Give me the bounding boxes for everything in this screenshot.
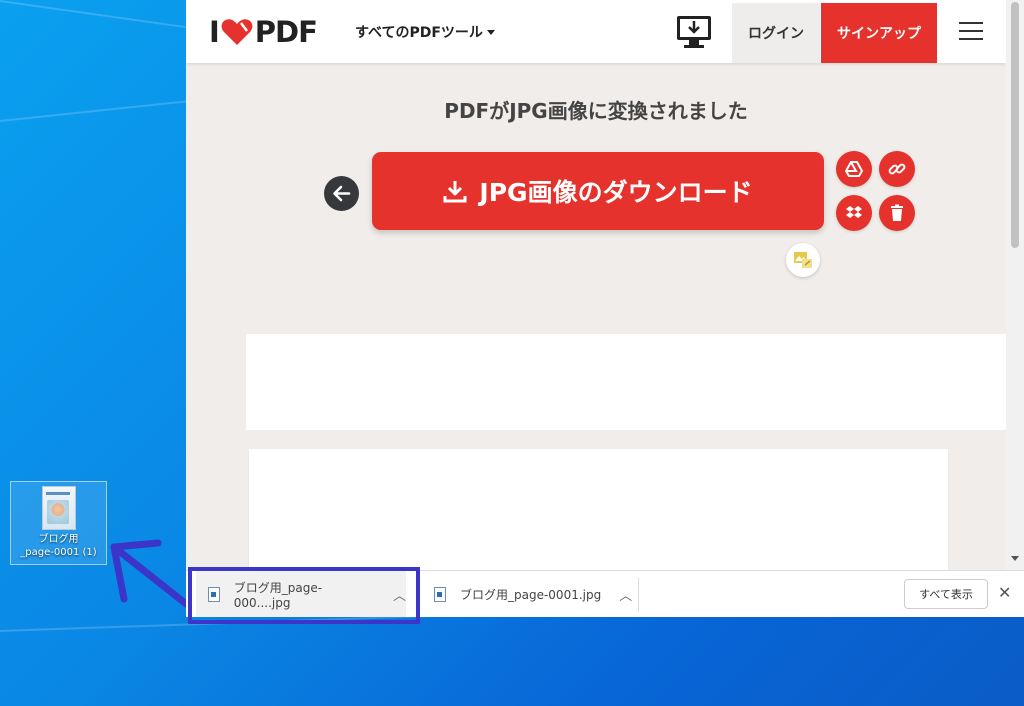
desktop-file-icon[interactable]: ブログ用 _page-0001 (1): [10, 481, 107, 565]
logo-text-right: PDF: [254, 15, 318, 49]
desktop-file-label-line1: ブログ用: [38, 534, 79, 545]
browser-window: I PDF すべてのPDFツール ログイン サインアップ PDFがJPG画像に変…: [186, 0, 1024, 617]
copy-link-button[interactable]: [879, 151, 915, 187]
desktop-light-ray: [0, 0, 189, 29]
dropbox-button[interactable]: [836, 195, 872, 231]
vertical-scrollbar[interactable]: [1006, 0, 1024, 570]
image-preview-icon: [794, 252, 812, 268]
close-icon[interactable]: ✕: [998, 583, 1011, 602]
desktop-download-icon[interactable]: [674, 13, 714, 51]
preview-toggle-button[interactable]: [786, 243, 820, 277]
hamburger-icon[interactable]: [959, 22, 983, 42]
download-item-filename: ブログ用_page-0001.jpg: [460, 588, 602, 602]
tools-menu-label: すべてのPDFツール: [355, 25, 483, 41]
thumbnail-band: [46, 492, 70, 495]
file-icon: [434, 587, 446, 602]
preview-panel-top: [246, 334, 1014, 430]
trash-icon: [891, 204, 903, 221]
download-jpg-button[interactable]: JPG画像のダウンロード: [372, 152, 824, 230]
delete-button[interactable]: [879, 195, 915, 231]
download-icon: [443, 181, 467, 203]
google-drive-icon: [845, 161, 863, 177]
signup-button[interactable]: サインアップ: [821, 3, 937, 63]
scrollbar-thumb[interactable]: [1011, 2, 1019, 248]
desktop-file-label: ブログ用 _page-0001 (1): [11, 533, 106, 559]
annotation-highlight-box: [188, 567, 420, 624]
logo-text-left: I: [209, 15, 220, 49]
link-icon: [888, 163, 906, 175]
shelf-divider: [638, 578, 639, 612]
desktop-light-ray: [0, 100, 190, 122]
download-item[interactable]: ブログ用_page-0001.jpg ︿: [434, 571, 634, 617]
login-button[interactable]: ログイン: [732, 3, 820, 63]
login-label: ログイン: [748, 26, 804, 42]
show-all-downloads-button[interactable]: すべて表示: [904, 579, 988, 609]
show-all-label: すべて表示: [919, 588, 973, 601]
heart-icon: [221, 19, 253, 45]
back-arrow-icon: [333, 185, 351, 202]
scroll-down-arrow-icon[interactable]: [1011, 556, 1019, 561]
download-button-label: JPG画像のダウンロード: [479, 178, 753, 207]
annotation-arrow-icon: [110, 539, 194, 611]
jpg-thumbnail-icon: [42, 486, 76, 530]
desktop-file-label-line2: _page-0001 (1): [20, 547, 97, 558]
dropbox-icon: [846, 206, 862, 218]
dropdown-caret-icon: [486, 29, 495, 35]
all-pdf-tools-menu[interactable]: すべてのPDFツール: [355, 22, 495, 42]
signup-label: サインアップ: [837, 26, 921, 42]
thumbnail-picture: [47, 500, 69, 524]
back-button[interactable]: [324, 176, 359, 211]
ilovepdf-logo[interactable]: I PDF: [209, 15, 318, 49]
google-drive-button[interactable]: [836, 151, 872, 187]
chevron-up-icon[interactable]: ︿: [619, 585, 632, 604]
top-navigation-bar: I PDF すべてのPDFツール ログイン サインアップ: [186, 0, 1006, 63]
page-title: PDFがJPG画像に変換されました: [444, 99, 748, 123]
